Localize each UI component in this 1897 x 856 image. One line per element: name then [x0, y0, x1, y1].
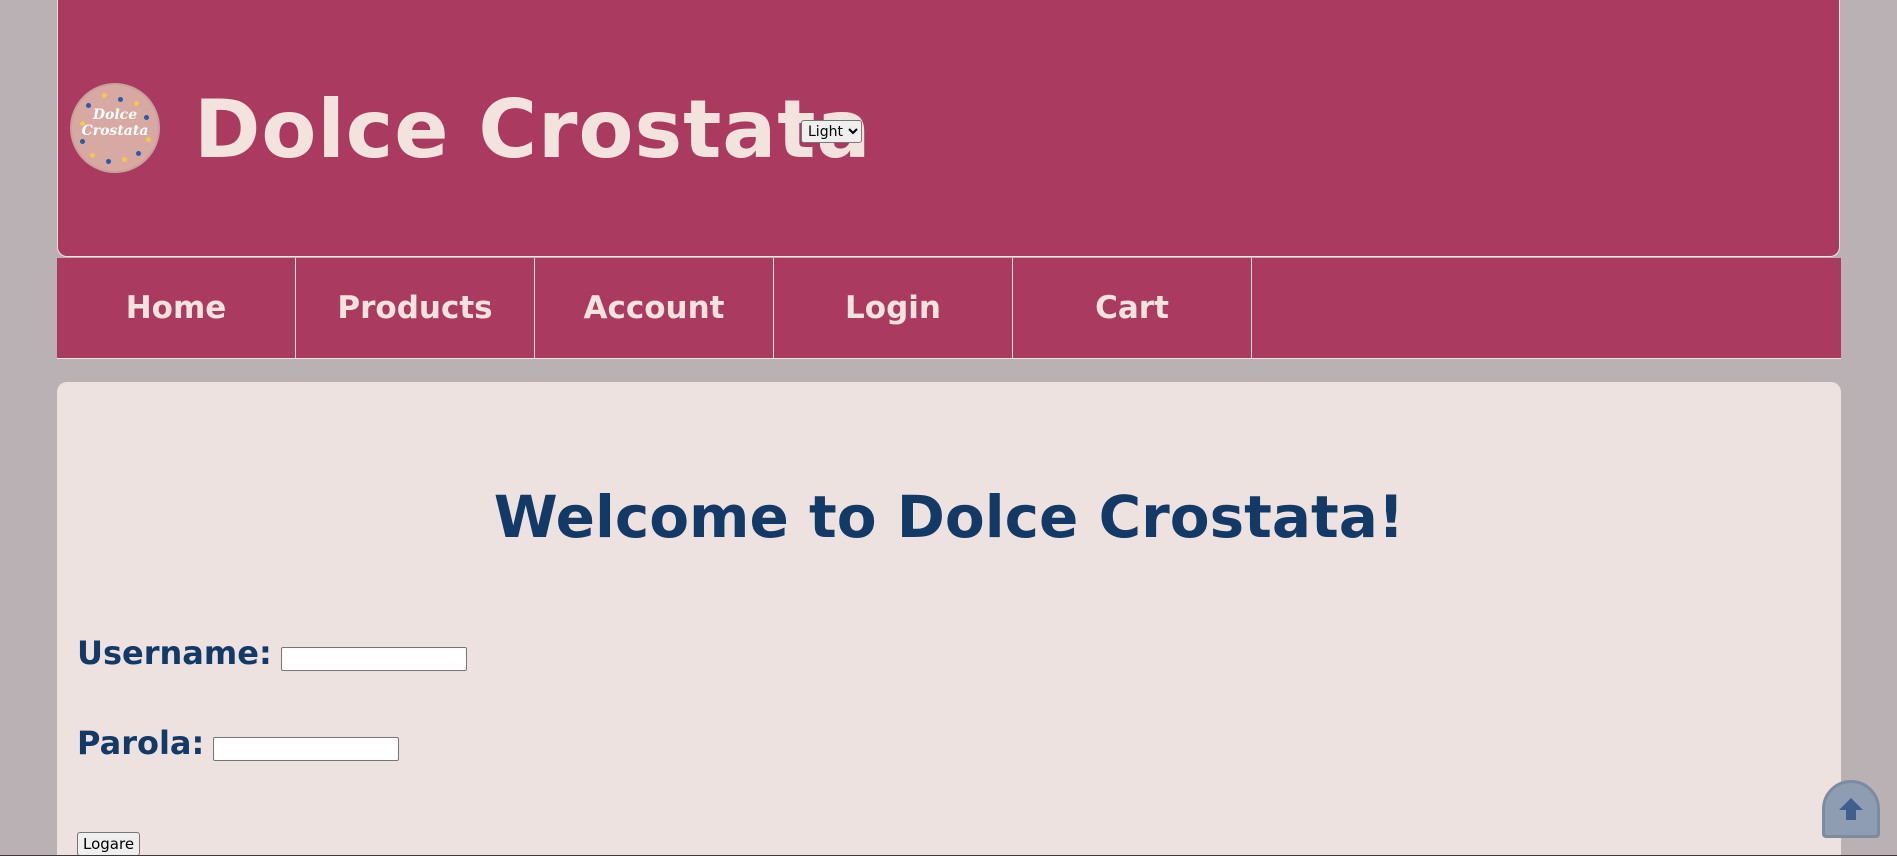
site-title: Dolce Crostata [194, 83, 872, 176]
nav-item-cart[interactable]: Cart [1013, 258, 1252, 358]
site-header: Dolce Crostata Dolce Crostata Light [57, 0, 1840, 257]
logo-text-line2: Crostata [81, 123, 149, 139]
username-input[interactable] [280, 647, 467, 671]
username-row: Username: [77, 634, 467, 672]
page: Dolce Crostata Dolce Crostata Light Home… [0, 0, 1897, 856]
password-label: Parola: [77, 724, 205, 762]
password-row: Parola: [77, 724, 400, 762]
logo: Dolce Crostata [70, 83, 160, 173]
logo-text-line1: Dolce [92, 107, 138, 123]
nav-item-login[interactable]: Login [774, 258, 1013, 358]
theme-select[interactable]: Light [801, 120, 862, 143]
nav-item-account[interactable]: Account [535, 258, 774, 358]
username-label: Username: [77, 634, 272, 672]
login-button[interactable]: Logare [77, 832, 141, 856]
logo-text: Dolce Crostata [72, 107, 158, 139]
arrow-up-icon [1839, 798, 1863, 820]
main-nav: Home Products Account Login Cart [57, 258, 1841, 359]
scroll-to-top-button[interactable] [1822, 780, 1880, 838]
password-input[interactable] [213, 737, 400, 761]
main-content: Welcome to Dolce Crostata! Username: Par… [57, 382, 1841, 856]
nav-item-home[interactable]: Home [57, 258, 296, 358]
welcome-heading: Welcome to Dolce Crostata! [493, 483, 1405, 551]
nav-item-products[interactable]: Products [296, 258, 535, 358]
